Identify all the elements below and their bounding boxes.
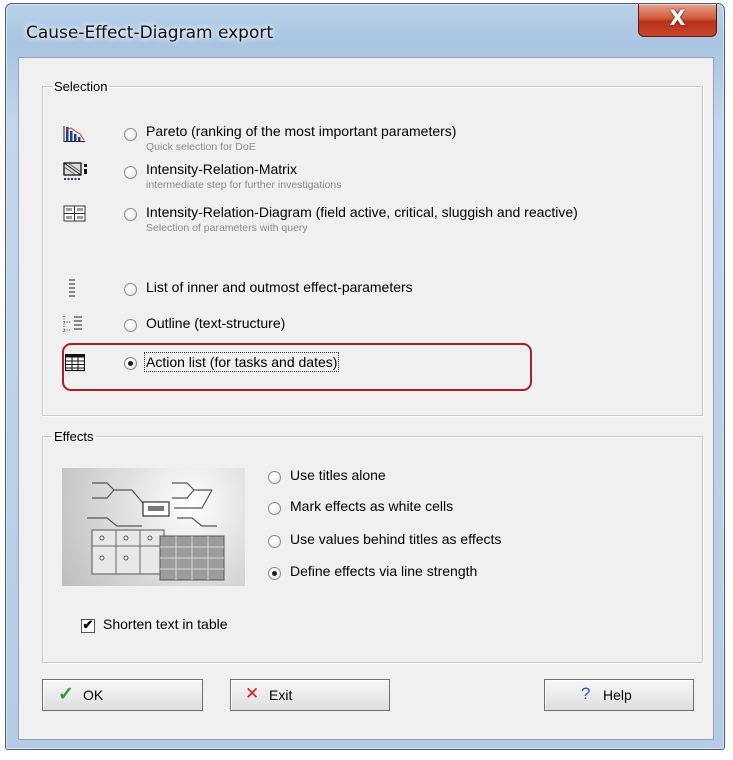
option-intensity-diagram-label: Intensity-Relation-Diagram (field active… bbox=[146, 204, 578, 220]
checkmark-icon: ✔ bbox=[82, 617, 94, 632]
shorten-text-option[interactable]: Shorten text in table bbox=[103, 616, 228, 632]
option-mark-white-cells[interactable]: Mark effects as white cells bbox=[290, 498, 453, 514]
dialog-window: Cause-Effect-Diagram export X Selection … bbox=[5, 3, 725, 750]
radio-matrix[interactable] bbox=[124, 166, 137, 179]
effects-illustration bbox=[62, 468, 245, 586]
help-button-label: Help bbox=[603, 687, 632, 703]
option-values-behind-titles[interactable]: Use values behind titles as effects bbox=[290, 531, 501, 547]
option-intensity-diagram-sublabel: Selection of parameters with query bbox=[146, 222, 308, 234]
shorten-text-checkbox[interactable]: ✔ bbox=[81, 617, 95, 633]
option-outline-label: Outline (text-structure) bbox=[146, 315, 286, 331]
matrix-icon bbox=[63, 162, 87, 180]
shorten-text-label: Shorten text in table bbox=[103, 616, 228, 632]
radio-values-behind-titles[interactable] bbox=[268, 535, 281, 548]
ok-button-label: OK bbox=[83, 687, 104, 703]
selection-legend: Selection bbox=[54, 79, 108, 94]
effects-legend: Effects bbox=[54, 429, 94, 444]
option-use-titles[interactable]: Use titles alone bbox=[290, 467, 386, 483]
option-matrix[interactable]: Intensity-Relation-Matrix intermediate s… bbox=[146, 161, 342, 191]
window-title: Cause-Effect-Diagram export bbox=[26, 23, 274, 43]
radio-mark-white-cells[interactable] bbox=[268, 502, 281, 515]
radio-pareto[interactable] bbox=[124, 128, 137, 141]
help-button[interactable]: ? Help bbox=[544, 679, 694, 711]
option-mark-white-cells-label: Mark effects as white cells bbox=[290, 498, 454, 514]
option-effect-list[interactable]: List of inner and outmost effect-paramet… bbox=[146, 279, 413, 295]
radio-intensity-diagram[interactable] bbox=[124, 208, 137, 221]
dialog-client-area: Selection Pareto (ranking of the most im… bbox=[18, 57, 714, 740]
effects-diagram-illustration bbox=[87, 482, 225, 581]
option-outline[interactable]: Outline (text-structure) bbox=[146, 315, 285, 331]
option-line-strength-label: Define effects via line strength bbox=[290, 563, 478, 579]
exit-button-label: Exit bbox=[269, 687, 293, 703]
ok-button[interactable]: ✓ OK bbox=[42, 679, 203, 711]
radio-outline[interactable] bbox=[124, 319, 137, 332]
option-matrix-sublabel: intermediate step for further investigat… bbox=[146, 179, 342, 191]
radio-use-titles[interactable] bbox=[268, 471, 281, 484]
exit-button[interactable]: ✕ Exit bbox=[230, 679, 390, 711]
option-values-behind-titles-label: Use values behind titles as effects bbox=[290, 531, 502, 547]
list-icon bbox=[69, 279, 75, 297]
ok-check-icon: ✓ bbox=[58, 684, 74, 705]
exit-x-icon: ✕ bbox=[245, 684, 260, 703]
title-bar[interactable]: Cause-Effect-Diagram export X bbox=[6, 4, 724, 60]
radio-line-strength[interactable] bbox=[268, 567, 281, 580]
option-use-titles-label: Use titles alone bbox=[290, 467, 386, 483]
close-icon: X bbox=[669, 6, 686, 30]
option-matrix-label: Intensity-Relation-Matrix bbox=[146, 161, 297, 177]
option-pareto[interactable]: Pareto (ranking of the most important pa… bbox=[146, 123, 456, 153]
radio-effect-list[interactable] bbox=[124, 283, 137, 296]
help-question-icon: ? bbox=[581, 684, 591, 703]
option-effect-list-label: List of inner and outmost effect-paramet… bbox=[146, 279, 413, 295]
pareto-chart-icon bbox=[63, 126, 85, 142]
option-line-strength[interactable]: Define effects via line strength bbox=[290, 563, 477, 579]
quadrant-diagram-icon bbox=[63, 205, 86, 222]
outline-icon bbox=[63, 316, 82, 332]
option-intensity-diagram[interactable]: Intensity-Relation-Diagram (field active… bbox=[146, 204, 578, 234]
action-list-highlight bbox=[62, 343, 532, 391]
option-pareto-sublabel: Quick selection for DoE bbox=[146, 141, 256, 153]
option-pareto-label: Pareto (ranking of the most important pa… bbox=[146, 123, 457, 139]
close-button[interactable]: X bbox=[638, 4, 717, 37]
